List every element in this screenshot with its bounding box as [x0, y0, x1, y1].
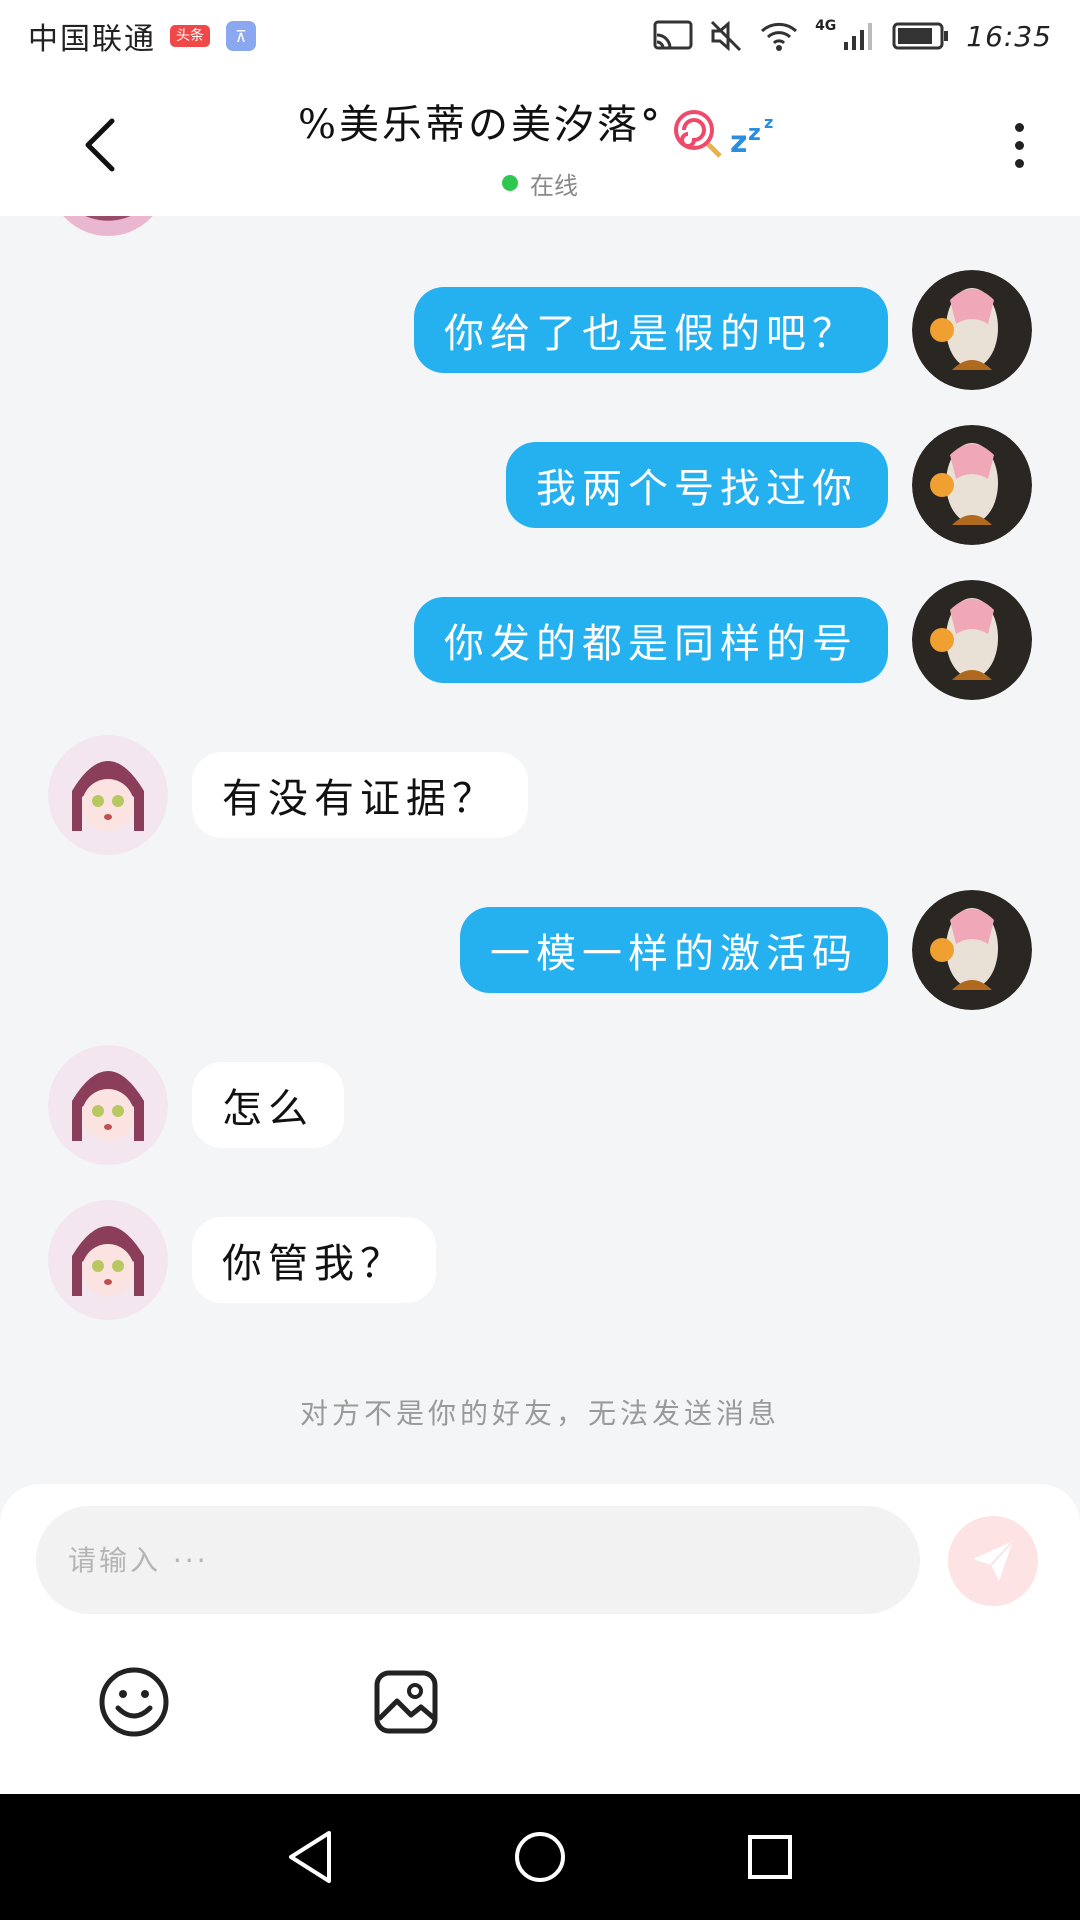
online-dot [502, 175, 518, 191]
message-incoming: 你管我？ [48, 1200, 436, 1320]
message-bubble[interactable]: 怎么 [192, 1062, 344, 1148]
more-options-button[interactable] [994, 110, 1044, 180]
wifi-icon [759, 20, 799, 52]
message-input[interactable] [36, 1506, 920, 1614]
image-button[interactable] [368, 1664, 444, 1740]
signal-icon [842, 20, 876, 52]
svg-text:z: z [764, 113, 773, 132]
triangle-back-icon [289, 1831, 331, 1883]
nav-back-button[interactable] [280, 1827, 340, 1887]
message-outgoing: 你发的都是同样的号 [414, 580, 1032, 700]
message-incoming: 有没有证据？ [48, 735, 528, 855]
avatar-self[interactable] [912, 580, 1032, 700]
more-dot-icon [1014, 122, 1024, 132]
mute-icon [709, 19, 743, 53]
avatar-partner[interactable] [48, 1200, 168, 1320]
message-outgoing: 你给了也是假的吧？ [414, 270, 1032, 390]
message-bubble[interactable]: 有没有证据？ [192, 752, 528, 838]
toutiao-badge: 头条 [170, 25, 210, 47]
square-recents-icon [748, 1835, 792, 1879]
avatar-self[interactable] [912, 425, 1032, 545]
avatar-self[interactable] [912, 270, 1032, 390]
send-button[interactable] [948, 1516, 1038, 1606]
svg-text:z: z [748, 121, 761, 146]
chat-header: %美乐蒂の美汐落° zzz 在线 [0, 72, 1080, 216]
more-dot-icon [1014, 140, 1024, 150]
sleeping-zzz-icon: zzz [730, 113, 773, 156]
chat-title: %美乐蒂の美汐落° [297, 102, 663, 148]
message-bubble[interactable]: 我两个号找过你 [506, 442, 888, 528]
avatar-self[interactable] [912, 890, 1032, 1010]
message-bubble[interactable]: 你发的都是同样的号 [414, 597, 888, 683]
avatar-partner[interactable] [48, 1045, 168, 1165]
message-list[interactable]: 你给了也是假的吧？ 我两个号找过你 你发的都是同样的号 有没有证据？ 一模一样的… [0, 216, 1080, 1484]
smiley-icon [99, 1667, 169, 1737]
svg-text:z: z [730, 125, 747, 156]
image-icon [374, 1670, 438, 1734]
message-outgoing: 我两个号找过你 [506, 425, 1032, 545]
clock: 16:35 [966, 19, 1052, 53]
nav-home-button[interactable] [510, 1827, 570, 1887]
lollipop-icon [674, 109, 722, 158]
more-dot-icon [1014, 158, 1024, 168]
emoji-button[interactable] [96, 1664, 172, 1740]
avatar-partner-partial [48, 216, 168, 236]
back-button[interactable] [70, 110, 130, 180]
composer [0, 1484, 1080, 1794]
message-bubble[interactable]: 你管我？ [192, 1217, 436, 1303]
nav-recents-button[interactable] [740, 1827, 800, 1887]
message-bubble[interactable]: 你给了也是假的吧？ [414, 287, 888, 373]
circle-home-icon [515, 1832, 565, 1882]
chat-title-row: %美乐蒂の美汐落° zzz [200, 92, 880, 160]
message-outgoing: 一模一样的激活码 [460, 890, 1032, 1010]
avatar-partner[interactable] [48, 735, 168, 855]
battery-icon [892, 21, 950, 51]
app-notification-icon: ⊼ [226, 21, 256, 51]
message-bubble[interactable]: 一模一样的激活码 [460, 907, 888, 993]
chevron-left-icon [85, 118, 115, 172]
paper-plane-icon [973, 1540, 1014, 1581]
network-type: 4G [815, 18, 837, 34]
system-nav-bar [0, 1794, 1080, 1920]
online-status: 在线 [530, 171, 578, 200]
cast-icon [653, 20, 693, 52]
status-bar: 中国联通 头条 ⊼ 4G 16:35 [0, 0, 1080, 72]
carrier-name: 中国联通 [28, 22, 156, 57]
message-incoming: 怎么 [48, 1045, 344, 1165]
not-friend-notice: 对方不是你的好友，无法发送消息 [299, 1397, 780, 1430]
